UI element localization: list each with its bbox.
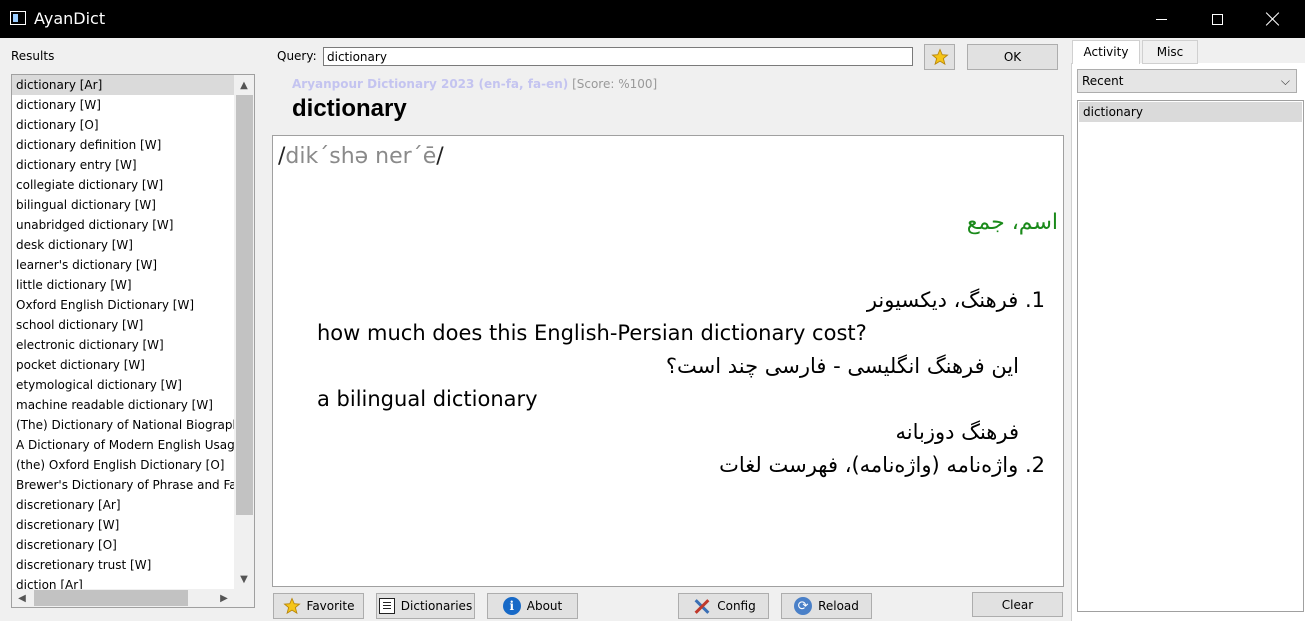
query-input[interactable]	[323, 47, 913, 66]
list-item[interactable]: dictionary definition [W]	[12, 135, 234, 155]
scroll-down-icon[interactable]: ▼	[234, 569, 254, 589]
scroll-right-icon[interactable]: ▶	[214, 589, 234, 607]
ok-button[interactable]: OK	[967, 44, 1058, 70]
dictionaries-label: Dictionaries	[400, 599, 473, 613]
close-button[interactable]	[1245, 0, 1301, 38]
list-item[interactable]: dictionary [W]	[12, 95, 234, 115]
sense-2: 2. واژه‌نامه (واژه‌نامه)، فهرست لغات	[719, 453, 1045, 477]
pronunciation: /dik´shə ner´ē/	[278, 144, 444, 169]
info-icon: i	[502, 597, 521, 615]
list-item[interactable]: little dictionary [W]	[12, 275, 234, 295]
example-2-fa: فرهنگ دوزبانه	[895, 420, 1020, 444]
scroll-thumb[interactable]	[236, 95, 253, 515]
reload-icon: ⟳	[794, 597, 813, 615]
app-icon	[10, 11, 26, 25]
list-item[interactable]: discretionary [Ar]	[12, 495, 234, 515]
example-1-fa: این فرهنگ انگلیسی - فارسی چند است؟	[665, 354, 1019, 378]
example-2-en: a bilingual dictionary	[317, 387, 538, 411]
scroll-corner	[234, 589, 254, 607]
list-item[interactable]: Brewer's Dictionary of Phrase and Fab	[12, 475, 234, 495]
dictionary-source: Aryanpour Dictionary 2023 (en-fa, fa-en)…	[292, 77, 657, 91]
list-item[interactable]: machine readable dictionary [W]	[12, 395, 234, 415]
list-item[interactable]: (The) Dictionary of National Biography	[12, 415, 234, 435]
definition-view[interactable]: /dik´shə ner´ē/ اسم، جمع 1. فرهنگ، دیکسی…	[272, 135, 1064, 587]
minimize-button[interactable]	[1133, 0, 1189, 38]
list-item[interactable]: etymological dictionary [W]	[12, 375, 234, 395]
results-horizontal-scrollbar[interactable]: ◀ ▶	[12, 589, 234, 607]
hscroll-thumb[interactable]	[34, 590, 188, 606]
part-of-speech: اسم، جمع	[966, 210, 1058, 235]
tools-icon	[691, 596, 711, 616]
example-1-en: how much does this English-Persian dicti…	[317, 321, 867, 345]
results-label: Results	[11, 49, 55, 63]
list-item[interactable]: Oxford English Dictionary [W]	[12, 295, 234, 315]
tab-misc[interactable]: Misc	[1142, 40, 1198, 64]
results-vertical-scrollbar[interactable]: ▲ ▼	[234, 75, 254, 589]
config-button[interactable]: Config	[678, 593, 769, 619]
list-item[interactable]: unabridged dictionary [W]	[12, 215, 234, 235]
pron-close: /	[436, 144, 444, 169]
about-label: About	[526, 599, 563, 613]
chevron-down-icon: ⌵	[1280, 74, 1290, 88]
list-item[interactable]: dictionary [O]	[12, 115, 234, 135]
results-listbox[interactable]: dictionary [Ar] dictionary [W] dictionary …	[11, 74, 255, 608]
list-item[interactable]: discretionary [W]	[12, 515, 234, 535]
about-button[interactable]: i About	[487, 593, 578, 619]
list-item[interactable]: bilingual dictionary [W]	[12, 195, 234, 215]
dictionaries-button[interactable]: Dictionaries	[376, 593, 475, 619]
list-item[interactable]: (the) Oxford English Dictionary [O]	[12, 455, 234, 475]
recent-list[interactable]: dictionary	[1077, 100, 1304, 612]
headword: dictionary	[292, 95, 407, 122]
scroll-up-icon[interactable]: ▲	[234, 75, 254, 95]
favorite-star-button[interactable]	[924, 44, 955, 70]
minimize-icon	[1155, 18, 1167, 20]
close-icon	[1266, 12, 1280, 26]
favorite-button[interactable]: Favorite	[273, 593, 364, 619]
title-bar: AyanDict	[0, 0, 1305, 38]
sense-1: 1. فرهنگ، دیکسیونر	[866, 288, 1045, 312]
clear-button[interactable]: Clear	[972, 592, 1063, 617]
list-item[interactable]: desk dictionary [W]	[12, 235, 234, 255]
score-label: [Score: %100]	[572, 77, 658, 91]
star-icon	[930, 48, 949, 66]
list-item[interactable]: electronic dictionary [W]	[12, 335, 234, 355]
query-label: Query:	[277, 49, 317, 63]
recent-item[interactable]: dictionary	[1079, 102, 1302, 122]
list-item[interactable]: A Dictionary of Modern English Usage	[12, 435, 234, 455]
config-label: Config	[717, 599, 756, 613]
list-icon	[378, 598, 395, 614]
reload-button[interactable]: ⟳ Reload	[781, 593, 872, 619]
results-list[interactable]: dictionary [Ar] dictionary [W] dictionary …	[12, 75, 234, 589]
source-name: Aryanpour Dictionary 2023 (en-fa, fa-en)	[292, 77, 569, 91]
star-icon	[282, 597, 301, 615]
list-item[interactable]: dictionary [Ar]	[12, 75, 234, 95]
list-item[interactable]: pocket dictionary [W]	[12, 355, 234, 375]
tab-activity[interactable]: Activity	[1072, 40, 1140, 64]
list-item[interactable]: discretionary trust [W]	[12, 555, 234, 575]
list-item[interactable]: discretionary [O]	[12, 535, 234, 555]
list-item[interactable]: school dictionary [W]	[12, 315, 234, 335]
pron-text: dik´shə ner´ē	[285, 144, 437, 169]
list-item[interactable]: dictionary entry [W]	[12, 155, 234, 175]
list-item[interactable]: learner's dictionary [W]	[12, 255, 234, 275]
maximize-button[interactable]	[1189, 0, 1245, 38]
reload-label: Reload	[818, 599, 859, 613]
maximize-icon	[1211, 13, 1223, 25]
favorite-label: Favorite	[306, 599, 355, 613]
scroll-left-icon[interactable]: ◀	[12, 589, 32, 607]
list-item[interactable]: diction [Ar]	[12, 575, 234, 589]
window-title: AyanDict	[34, 9, 106, 28]
list-item[interactable]: collegiate dictionary [W]	[12, 175, 234, 195]
recent-dropdown[interactable]: Recent ⌵	[1077, 69, 1297, 93]
recent-dropdown-value: Recent	[1082, 74, 1124, 88]
